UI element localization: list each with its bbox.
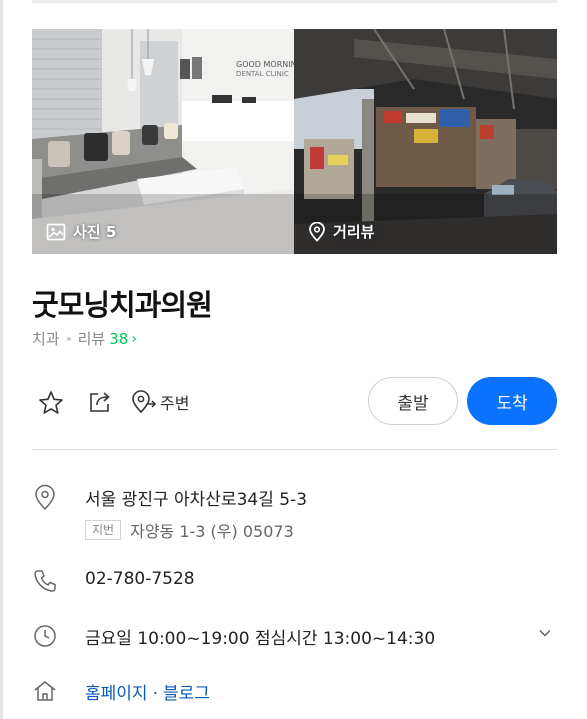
clinic-sign-line1: GOOD MORNING [236, 60, 294, 69]
address-text[interactable]: 서울 광진구 아차산로34길 5-3 [85, 485, 307, 510]
clock-icon-wrap [32, 623, 58, 653]
location-pin-icon [309, 221, 325, 242]
home-icon [34, 681, 56, 701]
review-count: 38 [109, 329, 129, 348]
clock-icon [34, 625, 56, 647]
phone-icon [34, 570, 56, 592]
place-category: 치과 [32, 330, 60, 348]
place-subline: 치과 리뷰 38 › [32, 328, 137, 349]
review-label: 리뷰 [77, 330, 106, 348]
star-icon [39, 391, 63, 414]
chevron-down-icon [539, 629, 551, 637]
roadview-photo[interactable]: 거리뷰 [294, 29, 557, 254]
section-divider [32, 449, 557, 450]
place-title: 굿모닝치과의원 [32, 288, 213, 322]
homepage-link[interactable]: 홈페이지 [85, 684, 148, 704]
save-button[interactable] [38, 390, 64, 419]
phone-number[interactable]: 02-780-7528 [85, 569, 195, 589]
jibun-line: 지번 자양동 1-3 (우) 05073 [85, 518, 294, 542]
clinic-photo[interactable]: GOOD MORNING DENTAL CLINIC [32, 29, 294, 254]
photo-count-label[interactable]: 사진 5 [46, 221, 116, 242]
phone-icon-wrap [32, 568, 58, 598]
roadview-label[interactable]: 거리뷰 [308, 221, 374, 242]
photo-gallery: GOOD MORNING DENTAL CLINIC [32, 29, 557, 254]
arrive-button[interactable]: 도착 [467, 377, 557, 425]
hours-expand-button[interactable] [537, 625, 553, 645]
review-link[interactable]: 리뷰 38 › [78, 328, 137, 349]
address-icon-wrap [32, 484, 58, 516]
separator-dot [66, 336, 71, 341]
jibun-tag: 지번 [85, 520, 122, 540]
left-border [0, 0, 3, 719]
share-button[interactable] [88, 390, 112, 418]
home-icon-wrap [32, 678, 58, 708]
jibun-address: 자양동 1-3 (우) 05073 [130, 522, 294, 541]
link-separator: · [152, 684, 158, 704]
share-icon [90, 392, 110, 412]
action-bar: 주변 출발 도착 [32, 376, 557, 426]
blog-link[interactable]: 블로그 [163, 684, 210, 704]
clinic-sign-line2: DENTAL CLINIC [236, 70, 289, 78]
around-label: 주변 [160, 394, 190, 413]
roadview-label-text: 거리뷰 [333, 223, 375, 241]
homepage-links: 홈페이지 · 블로그 [85, 679, 210, 704]
around-pin-icon [132, 390, 157, 414]
review-chevron-icon: › [131, 330, 137, 347]
depart-button[interactable]: 출발 [368, 377, 458, 425]
image-icon [46, 223, 66, 240]
top-divider [32, 0, 557, 3]
business-hours: 금요일 10:00~19:00 점심시간 13:00~14:30 [85, 629, 436, 649]
around-button[interactable]: 주변 [130, 390, 189, 414]
photo-label-text: 사진 5 [73, 223, 117, 241]
map-pin-icon [35, 484, 55, 511]
